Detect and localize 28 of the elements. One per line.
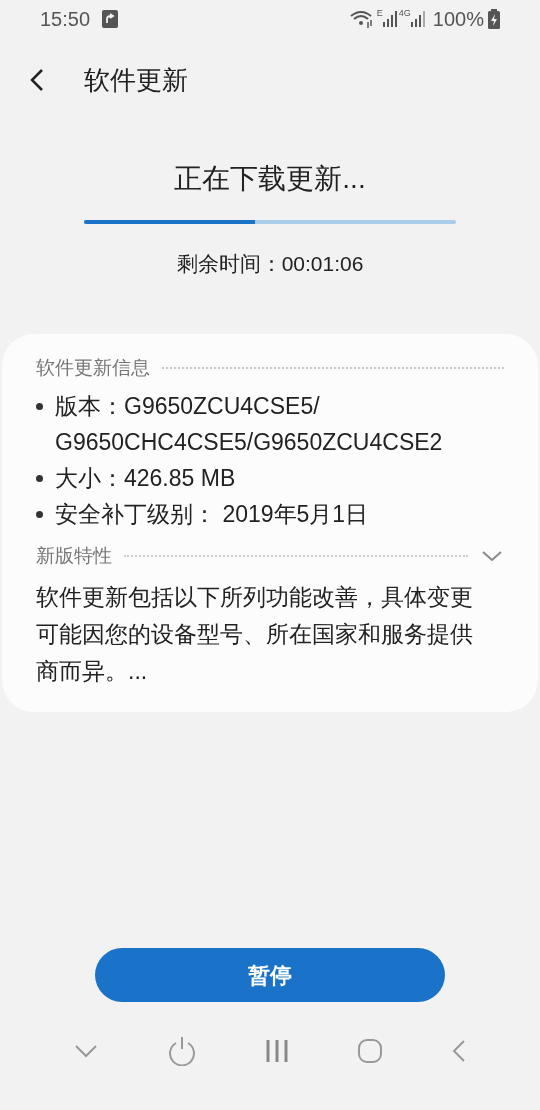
signal-icon xyxy=(382,11,397,27)
pause-button[interactable]: 暂停 xyxy=(95,948,445,1002)
signal-icon xyxy=(410,11,425,27)
remaining-time: 剩余时间：00:01:06 xyxy=(176,251,364,277)
network-label: E xyxy=(376,7,383,20)
chevron-down-icon[interactable] xyxy=(74,1044,99,1058)
info-item: 版本：G9650ZCU4CSE5/ G9650CHC4CSE5/G9650ZCU4CSE2 xyxy=(55,392,444,457)
page-title: 软件更新 xyxy=(84,63,188,97)
notification-icon xyxy=(102,10,119,28)
section-heading: 软件更新信息 xyxy=(36,355,150,380)
features-description: 软件更新包括以下所列功能改善，具体变更可能因您的设备型号、所在国家和服务提供商而异。... xyxy=(36,582,474,686)
section-heading: 新版特性 xyxy=(36,544,112,568)
bullet-icon xyxy=(36,403,43,410)
status-time: 15:50 xyxy=(40,7,91,32)
recent-apps-icon[interactable] xyxy=(264,1039,289,1063)
wifi-icon xyxy=(348,10,375,28)
download-status-title: 正在下载更新... xyxy=(174,162,366,196)
back-icon xyxy=(30,68,44,92)
battery-charging-icon xyxy=(488,9,500,29)
info-item: 大小：426.85 MB xyxy=(55,464,236,493)
bullet-icon xyxy=(36,475,43,482)
power-icon[interactable] xyxy=(166,1036,197,1066)
network-type: 4G xyxy=(398,7,411,20)
battery-percent: 100% xyxy=(432,7,484,32)
info-item: 安全补丁级别： 2019年5月1日 xyxy=(55,500,369,529)
home-icon[interactable] xyxy=(357,1038,384,1064)
bullet-icon xyxy=(36,511,43,518)
back-icon[interactable] xyxy=(451,1039,466,1063)
